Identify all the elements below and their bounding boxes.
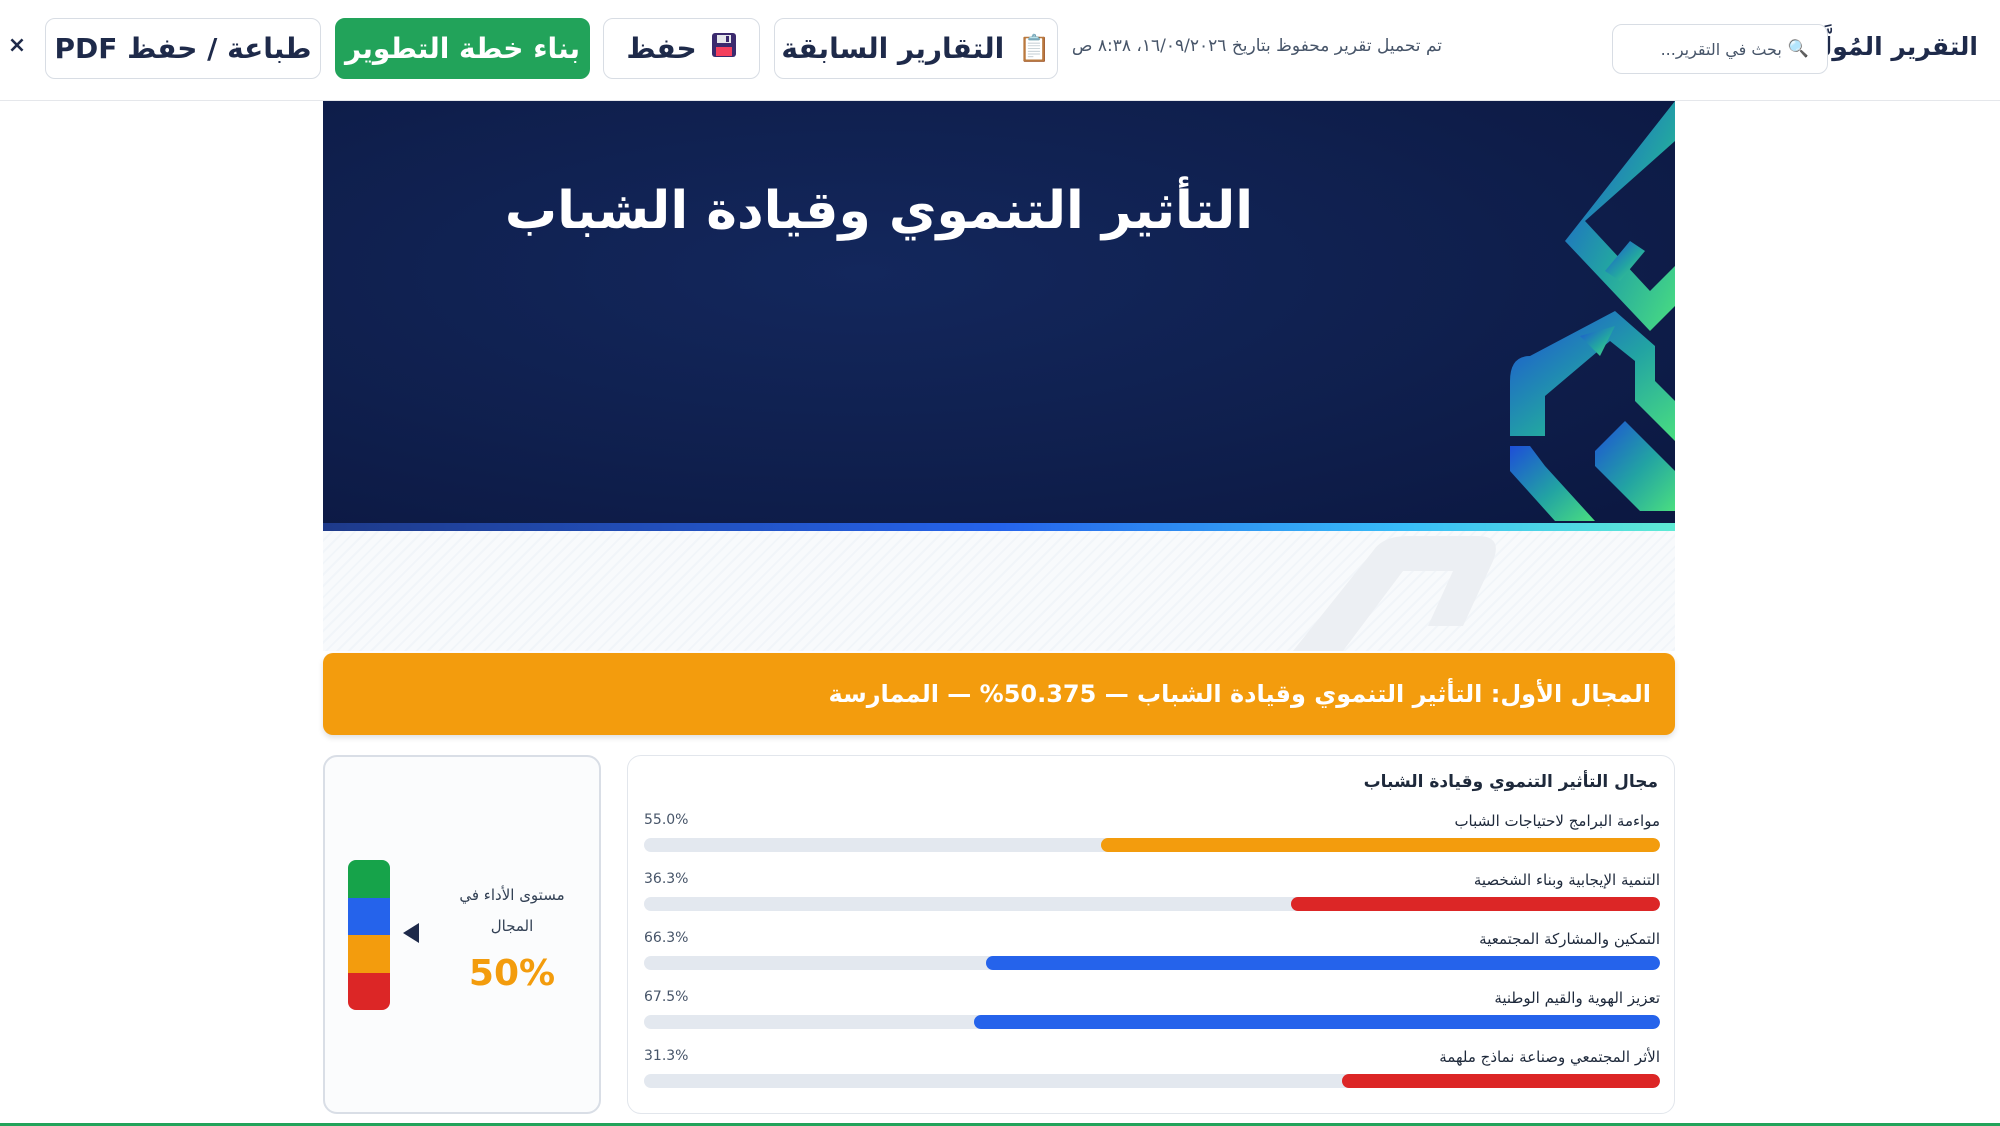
clipboard-icon: 📋 [1018,33,1051,64]
performance-level-value: 50% [468,953,556,994]
bar-label: التمكين والمشاركة المجتمعية [1479,930,1660,948]
bar-track [644,838,1660,852]
bar-label: التنمية الإيجابية وبناء الشخصية [1473,871,1660,889]
bar-label: الأثر المجتمعي وصناعة نماذج ملهمة [1439,1048,1660,1066]
search-box[interactable]: 🔍 [1612,24,1828,74]
domain-banner-text: المجال الأول: التأثير التنموي وقيادة الش… [828,680,1651,708]
performance-level-label: مستوى الأداء في المجال [459,886,565,935]
gauge-pointer-icon [403,923,419,943]
gauge-level-excellent [348,860,390,898]
cover-accent-stripe [323,523,1675,531]
bar-track [644,1074,1660,1088]
bar-value-label: 55.0% [644,812,689,828]
domain-banner: المجال الأول: التأثير التنموي وقيادة الش… [323,653,1675,735]
build-development-plan-button[interactable]: بناء خطة التطوير [335,18,590,79]
save-button[interactable]: حفظ [603,18,760,79]
bar-value-label: 36.3% [644,871,689,887]
load-status-text: تم تحميل تقرير محفوظ بتاريخ ١٦/٠٩/٢٠٢٦، … [1071,36,1442,56]
gauge-level-good [348,897,390,935]
bar-track [644,897,1660,911]
cover-watermark-area [323,531,1675,651]
close-icon[interactable]: × [6,33,28,61]
save-label: حفظ [626,32,697,65]
bar-row: التمكين والمشاركة المجتمعية 66.3% [644,930,1660,970]
bar-label: تعزيز الهوية والقيم الوطنية [1494,989,1660,1007]
bar-fill [974,1015,1660,1029]
gauge-level-low [348,972,390,1010]
bar-value-label: 67.5% [644,989,689,1005]
bar-fill [1342,1074,1660,1088]
page-title: التقرير المُولَّد [1808,32,1978,61]
bar-row: مواءمة البرامج لاحتياجات الشباب 55.0% [644,812,1660,852]
report-toolbar: التقرير المُولَّد 🔍 تم تحميل تقرير محفوظ… [0,0,2000,101]
bar-row: تعزيز الهوية والقيم الوطنية 67.5% [644,989,1660,1029]
performance-level-card: مستوى الأداء في المجال 50% [323,755,601,1114]
organization-logo [1510,101,1675,521]
bar-value-label: 31.3% [644,1048,689,1064]
floppy-disk-icon [711,32,737,65]
search-icon: 🔍 [1787,39,1809,59]
bar-row: التنمية الإيجابية وبناء الشخصية 36.3% [644,871,1660,911]
search-input[interactable] [1631,39,1782,59]
previous-reports-button[interactable]: 📋 التقارير السابقة [774,18,1058,79]
domain-chart-card: مجال التأثير التنموي وقيادة الشباب مواءم… [627,755,1675,1114]
watermark-logo [1293,536,1496,651]
performance-gauge [348,860,390,1010]
bar-row: الأثر المجتمعي وصناعة نماذج ملهمة 31.3% [644,1048,1660,1088]
bar-label: مواءمة البرامج لاحتياجات الشباب [1454,812,1660,830]
chart-title: مجال التأثير التنموي وقيادة الشباب [1363,772,1658,792]
bar-track [644,1015,1660,1029]
bar-fill [1101,838,1660,852]
bar-fill [1291,897,1660,911]
previous-reports-label: التقارير السابقة [781,32,1005,65]
bar-track [644,956,1660,970]
report-canvas: التأثير التنموي وقيادة الشباب المجال الأ… [0,101,2000,1126]
print-pdf-button[interactable]: طباعة / حفظ PDF [45,18,321,79]
gauge-level-moderate [348,935,390,973]
report-cover: التأثير التنموي وقيادة الشباب [323,101,1675,531]
bar-value-label: 66.3% [644,930,689,946]
bar-fill [986,956,1660,970]
